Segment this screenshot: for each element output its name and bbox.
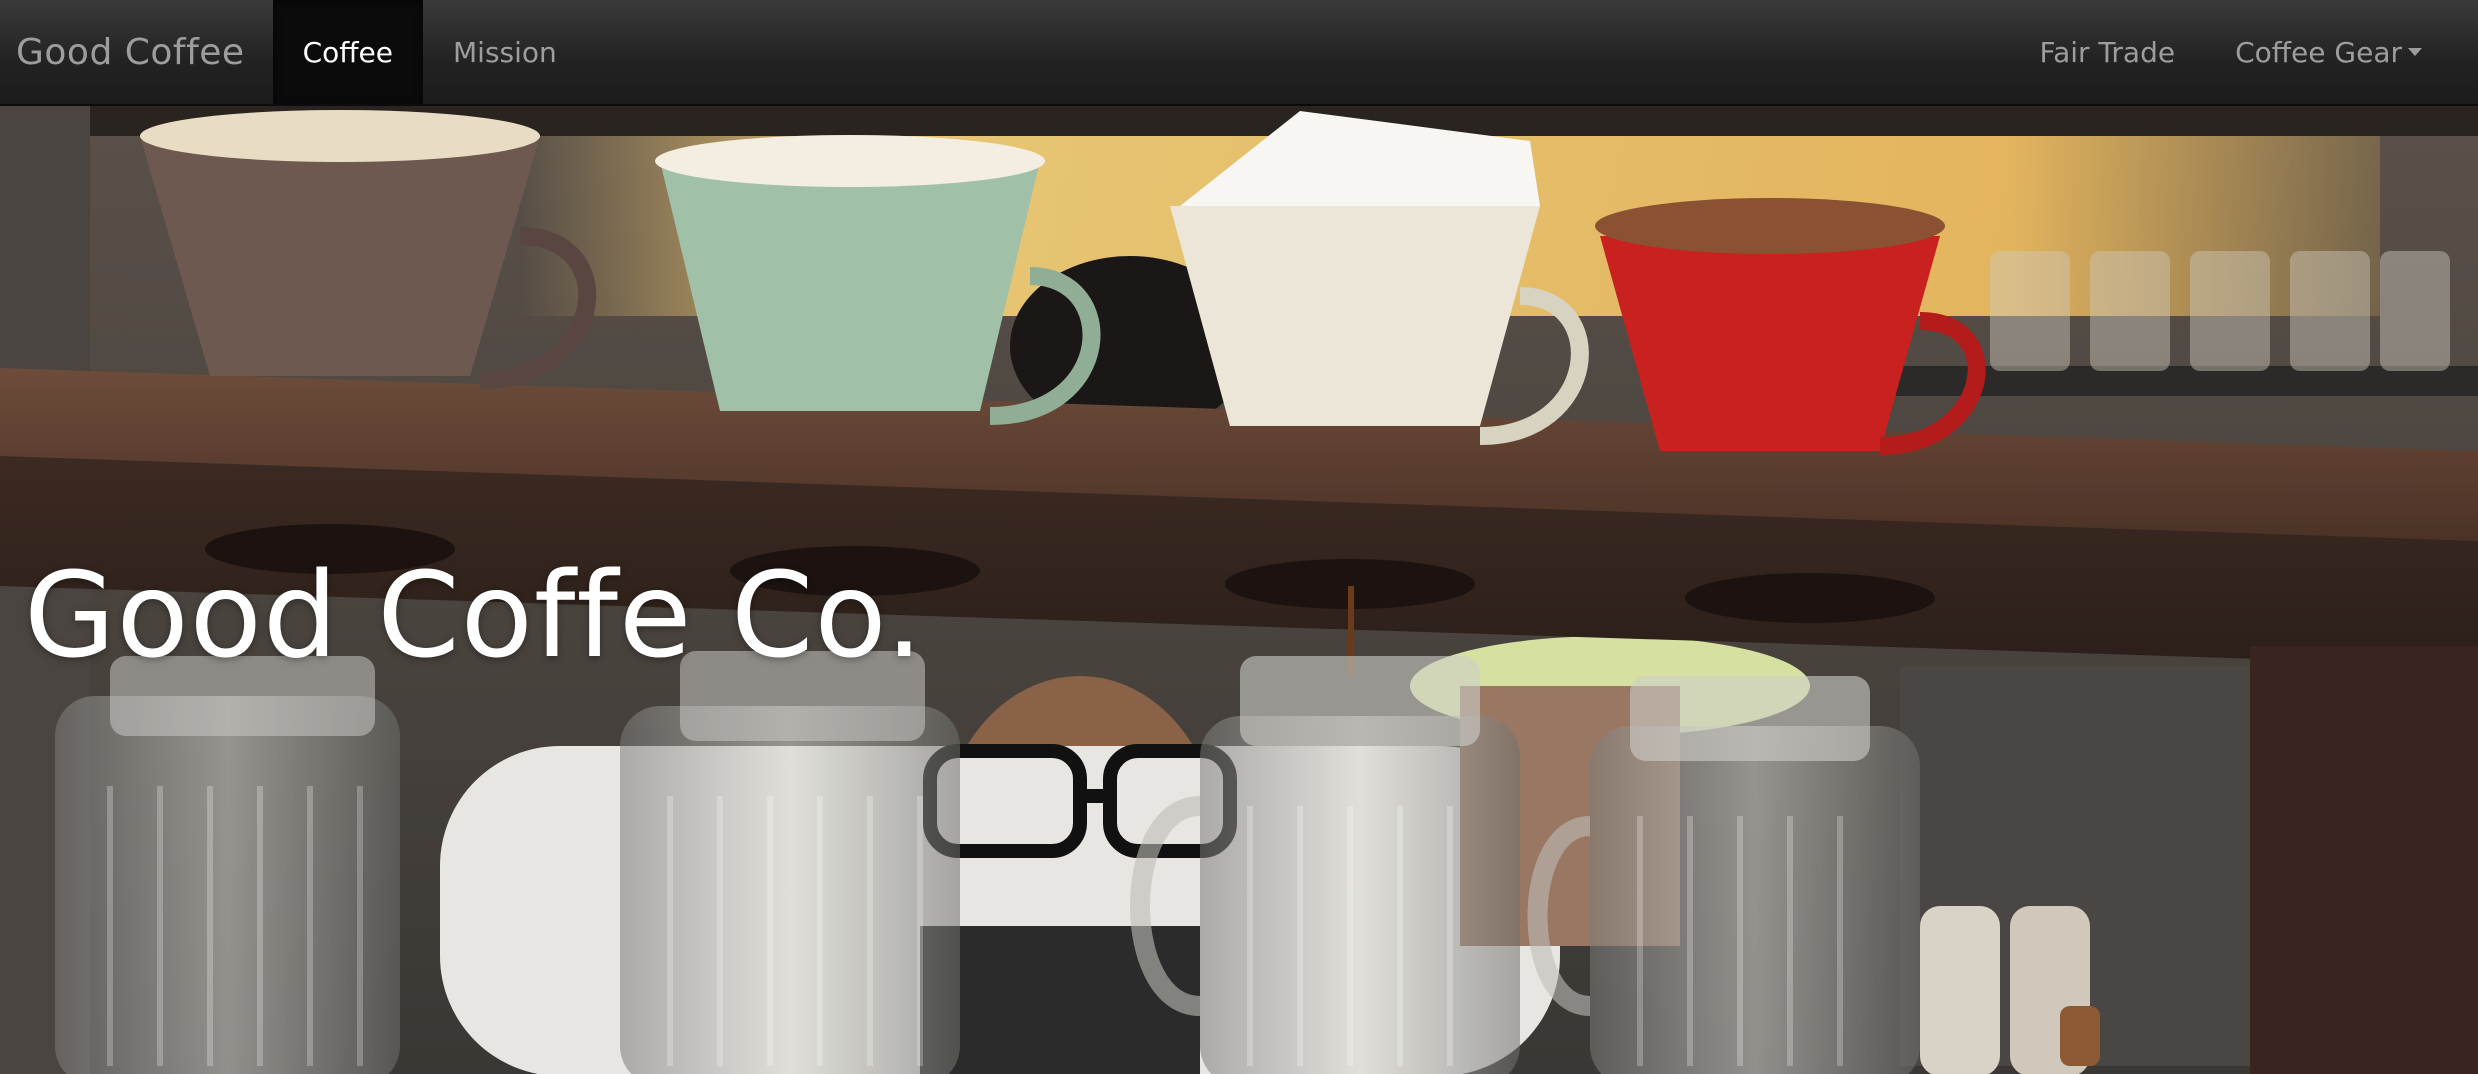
nav-item-coffee-gear-dropdown[interactable]: Coffee Gear xyxy=(2205,0,2452,104)
nav-item-mission[interactable]: Mission xyxy=(423,0,587,104)
nav-item-coffee-gear-label: Coffee Gear xyxy=(2235,35,2402,69)
nav-left-group: Coffee Mission xyxy=(272,0,587,104)
top-navbar: Good Coffee Coffee Mission Fair Trade Co… xyxy=(0,0,2478,106)
nav-item-fair-trade[interactable]: Fair Trade xyxy=(2010,0,2206,104)
brand-link[interactable]: Good Coffee xyxy=(0,0,261,104)
nav-item-coffee[interactable]: Coffee xyxy=(272,0,423,104)
nav-right-group: Fair Trade Coffee Gear xyxy=(2010,0,2452,104)
hero-title: Good Coffe Co. xyxy=(24,546,925,684)
hero-section: Good Coffe Co. xyxy=(0,106,2478,1074)
caret-down-icon xyxy=(2408,48,2422,56)
